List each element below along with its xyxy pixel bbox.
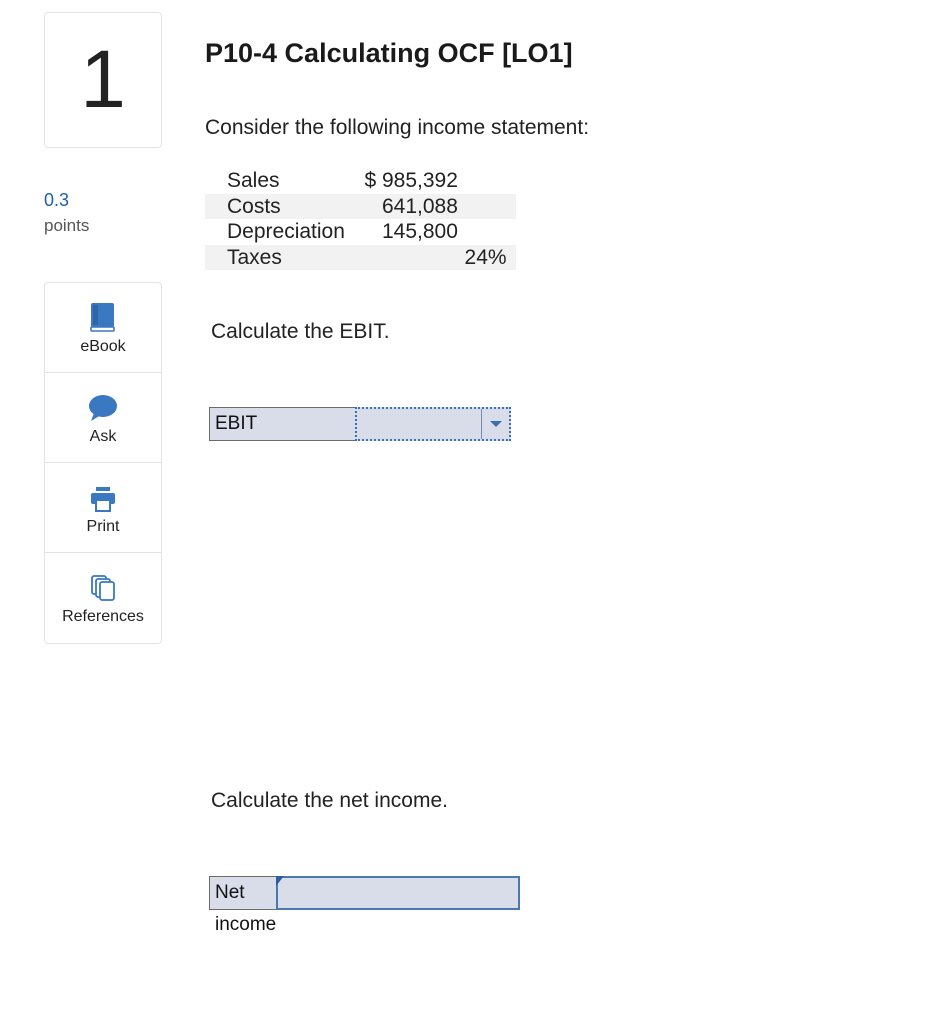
ask-button[interactable]: Ask [45, 373, 161, 463]
row-label: Depreciation [227, 220, 345, 243]
row-label: Taxes [205, 244, 353, 270]
points-value: 0.3 [44, 190, 70, 210]
problem-title: P10-4 Calculating OCF [LO1] [205, 38, 573, 68]
net-income-prompt: Calculate the net income. [211, 789, 448, 812]
row-label: Sales [227, 169, 280, 192]
references-label: References [62, 608, 144, 625]
ask-label: Ask [89, 427, 117, 445]
tools-panel: eBook Ask Print References [44, 282, 162, 644]
points-label: points [44, 216, 90, 235]
print-button[interactable]: Print [45, 463, 161, 553]
ebit-prompt: Calculate the EBIT. [211, 320, 390, 343]
book-icon [90, 302, 115, 332]
chat-bubble-icon [89, 394, 117, 421]
net-income-input[interactable] [276, 876, 521, 910]
net-income-field-label: Net income [209, 876, 277, 935]
printer-icon [91, 486, 115, 512]
row-suffix: % [487, 244, 516, 270]
ebit-dropdown[interactable] [355, 407, 511, 441]
references-button[interactable]: References [45, 553, 161, 643]
row-value: 24 [352, 244, 488, 270]
net-income-answer-row: Net income [209, 876, 521, 935]
row-label: Costs [205, 193, 353, 219]
question-number: 1 [44, 12, 162, 148]
ebit-field-label: EBIT [209, 407, 355, 441]
statement-row-sales: Sales $ 985,392 [205, 168, 516, 194]
copies-icon [91, 575, 115, 601]
ebit-answer-row: EBIT [209, 407, 511, 441]
problem-intro: Consider the following income statement: [205, 116, 590, 139]
ebook-button[interactable]: eBook [45, 283, 161, 373]
row-value: $ 985,392 [364, 169, 458, 192]
chevron-down-icon [489, 421, 502, 427]
income-statement-table: Sales $ 985,392 Costs 641,088 Depreciati… [205, 168, 516, 270]
dropdown-arrow[interactable] [481, 409, 509, 439]
ebook-label: eBook [80, 337, 126, 355]
statement-row-depreciation: Depreciation 145,800 [205, 219, 516, 245]
statement-row-costs: Costs 641,088 [205, 193, 516, 219]
statement-row-taxes: Taxes 24 % [205, 244, 516, 270]
row-value: 641,088 [352, 193, 488, 219]
row-value: 145,800 [381, 220, 458, 243]
print-label: Print [86, 517, 120, 535]
